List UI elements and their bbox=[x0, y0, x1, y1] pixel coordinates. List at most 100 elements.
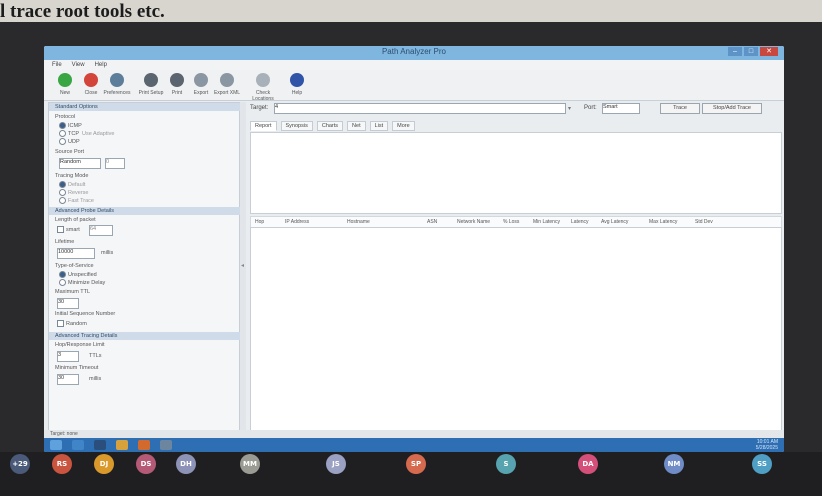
protocol-udp[interactable]: UDP bbox=[59, 138, 80, 145]
tab-synopsis[interactable]: Synopsis bbox=[280, 121, 313, 131]
participant-tile[interactable]: DH bbox=[156, 454, 216, 474]
tos-label: Type-of-Service bbox=[55, 263, 94, 269]
status-bar: Target: none bbox=[44, 430, 784, 438]
participant-tile[interactable]: S bbox=[476, 454, 536, 474]
protocol-tcp[interactable]: TCP Use Adaptive bbox=[59, 130, 114, 137]
source-port-select[interactable]: Random bbox=[59, 158, 101, 169]
participant-tile[interactable]: DA bbox=[558, 454, 618, 474]
stop-add-trace-button[interactable]: Stop/Add Trace bbox=[702, 103, 762, 114]
col-network[interactable]: Network Name bbox=[457, 219, 490, 225]
check-icon bbox=[256, 73, 270, 87]
panel-splitter[interactable]: ◂ bbox=[240, 102, 246, 438]
preferences-icon bbox=[110, 73, 124, 87]
col-avg-latency[interactable]: Avg Latency bbox=[601, 219, 628, 225]
port-label: Port: bbox=[584, 105, 597, 111]
timeout-unit: millis bbox=[89, 376, 102, 382]
radio-icon bbox=[59, 279, 66, 286]
export-xml-icon bbox=[220, 73, 234, 87]
radio-icon bbox=[59, 197, 66, 204]
tracing-mode-label: Tracing Mode bbox=[55, 173, 89, 179]
avatar: MM bbox=[240, 454, 260, 474]
toolbar-button-8[interactable]: Help bbox=[282, 73, 312, 96]
participant-tile[interactable]: NM bbox=[644, 454, 704, 474]
avatar: DA bbox=[578, 454, 598, 474]
trace-button[interactable]: Trace bbox=[660, 103, 700, 114]
hops-input[interactable]: 3 bbox=[57, 351, 79, 362]
checkbox-icon bbox=[57, 226, 64, 233]
tab-report[interactable]: Report bbox=[250, 121, 277, 131]
initial-seq-label: Initial Sequence Number bbox=[55, 311, 116, 317]
col-hostname[interactable]: Hostname bbox=[347, 219, 370, 225]
toolbar-button-2[interactable]: Preferences bbox=[102, 73, 132, 96]
timeout-label: Minimum Timeout bbox=[55, 365, 99, 371]
target-dropdown-icon[interactable]: ▾ bbox=[568, 105, 571, 112]
close-icon bbox=[84, 73, 98, 87]
advanced-probe-header[interactable]: Advanced Probe Details bbox=[49, 207, 245, 215]
avatar: DS bbox=[136, 454, 156, 474]
report-tabs: Report Synopsis Charts Net List More bbox=[250, 121, 780, 131]
radio-icon bbox=[59, 122, 66, 129]
lifetime-input[interactable]: 10000 bbox=[57, 248, 95, 259]
participant-tile[interactable]: MM bbox=[220, 454, 280, 474]
col-ip[interactable]: IP Address bbox=[285, 219, 309, 225]
help-icon bbox=[290, 73, 304, 87]
col-hop[interactable]: Hop bbox=[255, 219, 264, 225]
participant-tile[interactable]: SS bbox=[732, 454, 792, 474]
max-ttl-input[interactable]: 30 bbox=[57, 298, 79, 309]
initial-seq-random-check[interactable]: Random bbox=[57, 320, 87, 327]
avatar: NM bbox=[664, 454, 684, 474]
protocol-icmp[interactable]: ICMP bbox=[59, 122, 82, 129]
tab-charts[interactable]: Charts bbox=[316, 121, 344, 131]
advanced-tracing-header[interactable]: Advanced Tracing Details bbox=[49, 332, 245, 340]
port-select[interactable]: Smart bbox=[602, 103, 640, 114]
lifetime-label: Lifetime bbox=[55, 239, 75, 245]
timeout-input[interactable]: 30 bbox=[57, 374, 79, 385]
lifetime-unit: millis bbox=[101, 250, 114, 256]
tos-minimize-delay[interactable]: Minimize Delay bbox=[59, 279, 105, 286]
col-loss[interactable]: % Loss bbox=[503, 219, 519, 225]
tos-unspecified[interactable]: Unspecified bbox=[59, 271, 97, 278]
participant-tile[interactable]: SP bbox=[386, 454, 446, 474]
start-icon[interactable] bbox=[50, 440, 62, 450]
window-titlebar: Path Analyzer Pro – □ ✕ bbox=[44, 46, 784, 60]
path-analyzer-icon[interactable] bbox=[160, 440, 172, 450]
maximize-button[interactable]: □ bbox=[744, 47, 758, 56]
avatar: SP bbox=[406, 454, 426, 474]
toolbar-button-6[interactable]: Export XML bbox=[212, 73, 242, 96]
toolbar-label: Preferences bbox=[103, 90, 131, 96]
standard-options-header[interactable]: Standard Options bbox=[49, 103, 245, 111]
avatar: RS bbox=[52, 454, 72, 474]
toolbar-button-7[interactable]: Check Locations bbox=[248, 73, 278, 102]
mode-reverse[interactable]: Reverse bbox=[59, 189, 88, 196]
participant-tile[interactable]: JS bbox=[306, 454, 366, 474]
length-input[interactable]: 64 bbox=[89, 225, 113, 236]
target-input[interactable]: 4 bbox=[274, 103, 566, 114]
avatar: SS bbox=[752, 454, 772, 474]
minimize-button[interactable]: – bbox=[728, 47, 742, 56]
close-window-button[interactable]: ✕ bbox=[760, 47, 778, 56]
firefox-icon[interactable] bbox=[138, 440, 150, 450]
col-std-dev[interactable]: Std Dev bbox=[695, 219, 713, 225]
source-port-label: Source Port bbox=[55, 149, 85, 155]
tab-list[interactable]: List bbox=[369, 121, 389, 131]
length-smart-check[interactable]: smart bbox=[57, 226, 80, 233]
menu-help[interactable]: Help bbox=[95, 62, 107, 68]
avatar: DJ bbox=[94, 454, 114, 474]
col-max-latency[interactable]: Max Latency bbox=[649, 219, 677, 225]
col-asn[interactable]: ASN bbox=[427, 219, 437, 225]
mode-fast[interactable]: Fast Trace bbox=[59, 197, 94, 204]
menu-file[interactable]: File bbox=[52, 62, 62, 68]
server-manager-icon[interactable] bbox=[72, 440, 84, 450]
tab-net[interactable]: Net bbox=[347, 121, 366, 131]
col-min-latency[interactable]: Min Latency bbox=[533, 219, 560, 225]
source-port-number[interactable]: 0 bbox=[105, 158, 125, 169]
tab-more[interactable]: More bbox=[392, 121, 415, 131]
radio-icon bbox=[59, 138, 66, 145]
explorer-icon[interactable] bbox=[116, 440, 128, 450]
toolbar-label: Export XML bbox=[213, 90, 241, 96]
menu-view[interactable]: View bbox=[72, 62, 85, 68]
mode-default[interactable]: Default bbox=[59, 181, 85, 188]
avatar: DH bbox=[176, 454, 196, 474]
powershell-icon[interactable] bbox=[94, 440, 106, 450]
col-latency[interactable]: Latency bbox=[571, 219, 589, 225]
